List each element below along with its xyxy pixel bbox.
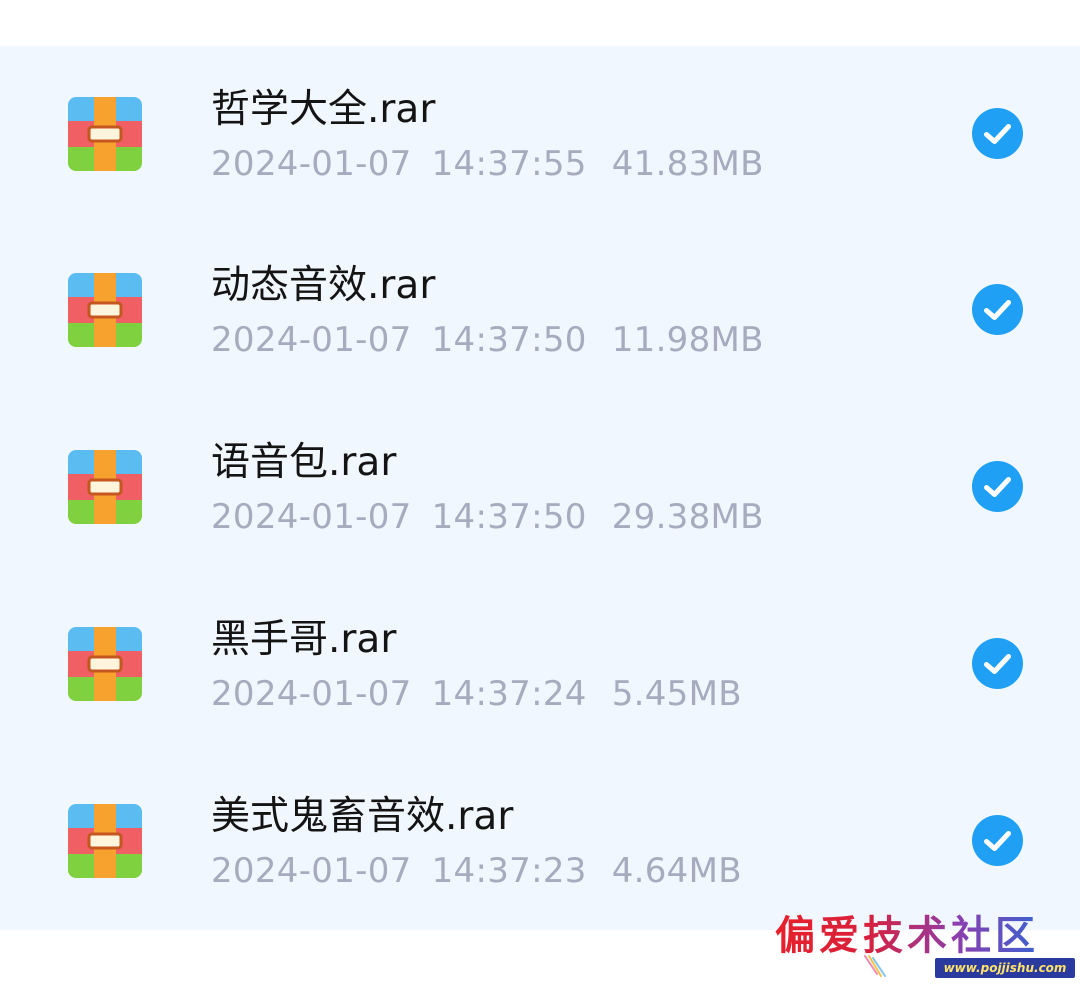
file-size: 4.64MB — [611, 851, 742, 891]
file-picker-screen: 哲学大全.rar 2024-01-07 14:37:55 41.83MB 动态音… — [0, 0, 1080, 991]
file-meta: 2024-01-07 14:37:23 4.64MB — [211, 850, 742, 892]
checkmark-selected-icon[interactable] — [972, 815, 1023, 866]
file-row[interactable]: 语音包.rar 2024-01-07 14:37:50 29.38MB — [0, 399, 1080, 576]
file-time: 14:37:24 — [431, 674, 587, 714]
file-date: 2024-01-07 — [211, 674, 412, 714]
file-name: 美式鬼畜音效.rar — [211, 794, 514, 839]
file-time: 14:37:23 — [431, 851, 587, 891]
checkmark-selected-icon[interactable] — [972, 284, 1023, 335]
watermark-url: www.pojjishu.com — [935, 958, 1075, 978]
file-time: 14:37:55 — [431, 144, 587, 184]
file-list: 哲学大全.rar 2024-01-07 14:37:55 41.83MB 动态音… — [0, 46, 1080, 930]
file-size: 29.38MB — [611, 497, 764, 537]
checkmark-selected-icon[interactable] — [972, 638, 1023, 689]
archive-icon — [68, 804, 142, 878]
file-name: 黑手哥.rar — [211, 617, 397, 662]
file-meta: 2024-01-07 14:37:50 29.38MB — [211, 496, 764, 538]
file-time: 14:37:50 — [431, 497, 587, 537]
file-row[interactable]: 动态音效.rar 2024-01-07 14:37:50 11.98MB — [0, 222, 1080, 399]
file-row[interactable]: 黑手哥.rar 2024-01-07 14:37:24 5.45MB — [0, 576, 1080, 753]
archive-icon — [68, 97, 142, 171]
file-row[interactable]: 哲学大全.rar 2024-01-07 14:37:55 41.83MB — [0, 46, 1080, 222]
file-meta: 2024-01-07 14:37:55 41.83MB — [211, 143, 764, 185]
archive-icon — [68, 450, 142, 524]
file-meta: 2024-01-07 14:37:50 11.98MB — [211, 319, 764, 361]
file-row[interactable]: 美式鬼畜音效.rar 2024-01-07 14:37:23 4.64MB — [0, 753, 1080, 930]
file-meta: 2024-01-07 14:37:24 5.45MB — [211, 673, 742, 715]
file-name: 语音包.rar — [211, 440, 397, 485]
file-size: 5.45MB — [611, 674, 742, 714]
watermark-title: 偏爱技术社区 — [775, 912, 1039, 959]
file-date: 2024-01-07 — [211, 851, 412, 891]
file-size: 41.83MB — [611, 144, 764, 184]
file-date: 2024-01-07 — [211, 497, 412, 537]
file-name: 哲学大全.rar — [211, 87, 436, 132]
file-name: 动态音效.rar — [211, 263, 436, 308]
checkmark-selected-icon[interactable] — [972, 461, 1023, 512]
archive-icon — [68, 627, 142, 701]
file-date: 2024-01-07 — [211, 320, 412, 360]
site-watermark: 偏爱技术社区 www.pojjishu.com — [775, 912, 1075, 980]
sparkle-icon — [864, 955, 886, 977]
file-date: 2024-01-07 — [211, 144, 412, 184]
checkmark-selected-icon[interactable] — [972, 108, 1023, 159]
archive-icon — [68, 273, 142, 347]
file-size: 11.98MB — [611, 320, 764, 360]
file-time: 14:37:50 — [431, 320, 587, 360]
